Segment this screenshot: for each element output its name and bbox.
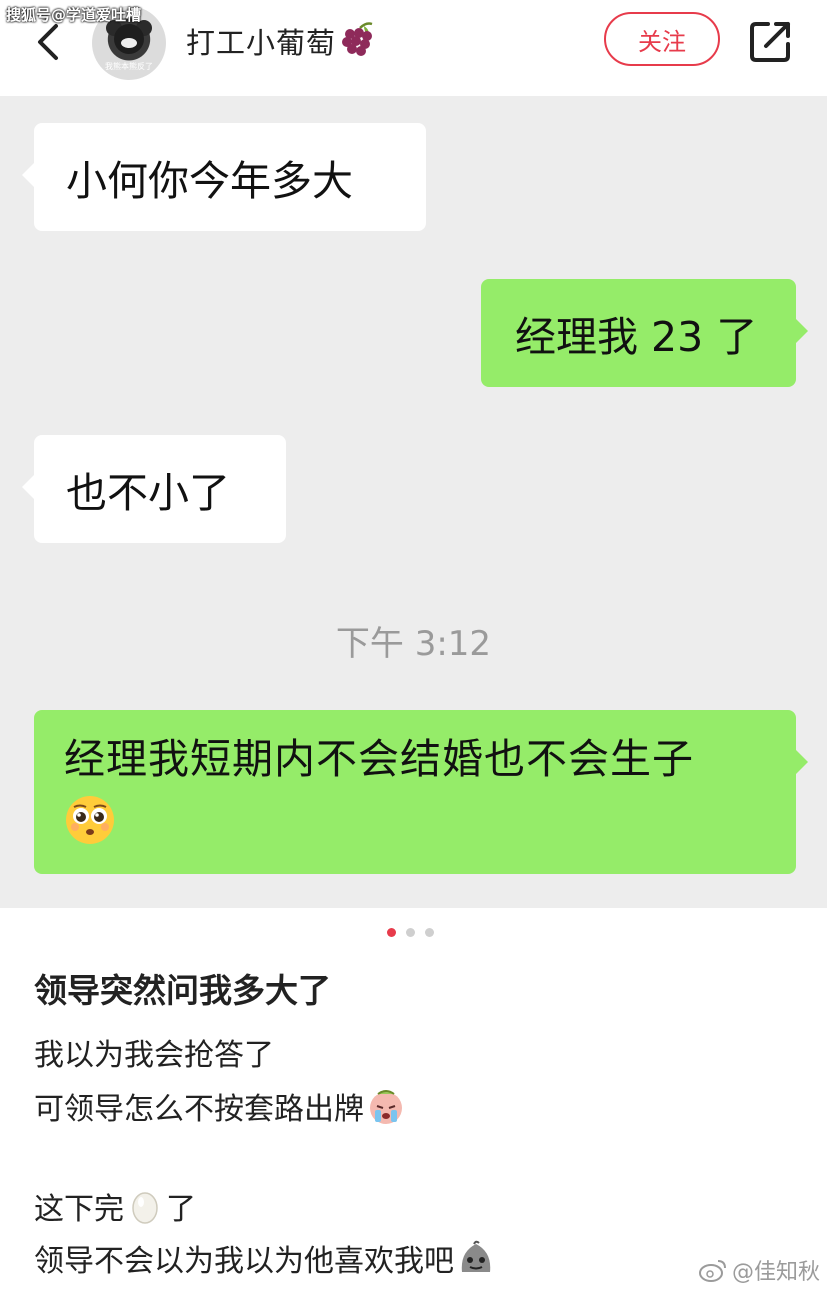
message-text: 也不小了 [66,469,230,517]
post-text: 可领导怎么不按套路出牌 [34,1092,364,1127]
message-text: 经理我短期内不会结婚也不会生子 [64,735,694,783]
chat-screenshot[interactable]: 小何你今年多大 经理我 23 了 也不小了 下午 3:12 经理我短期内不会结婚… [0,96,827,908]
chat-bubble-received: 也不小了 [22,435,286,543]
watermark-text: @佳知秋 [732,1260,821,1285]
username[interactable]: 打工小葡萄 [186,20,336,62]
follow-button[interactable]: 关注 [604,12,720,66]
mischief-face-icon [461,1240,491,1272]
chat-bubble-sent: 经理我 23 了 [481,279,808,387]
post-body-line: 我以为我会抢答了 [34,1030,274,1074]
avatar-bear-muzzle [121,38,137,48]
post-body-line: 这下完 了 [34,1184,196,1228]
pleading-face-icon [66,796,114,844]
post-body-line: 领导不会以为我以为他喜欢我吧 [34,1236,496,1280]
crying-face-icon [370,1090,402,1124]
grape-icon [342,22,373,56]
pager-dot[interactable] [425,928,434,937]
post-text: 领导不会以为我以为他喜欢我吧 [34,1244,454,1279]
post-text: 我以为我会抢答了 [34,1038,274,1073]
post-title: 领导突然问我多大了 [34,971,331,1010]
post-text: 这下完 [34,1192,124,1227]
watermark-top: 搜狐号@学道爱吐槽 [6,6,142,24]
egg-icon [132,1192,158,1224]
image-pager[interactable] [387,928,434,937]
avatar-caption: 我熊本熊反了 [105,62,153,71]
post-body-line: 可领导怎么不按套路出牌 [34,1084,406,1128]
weibo-icon [699,1260,726,1282]
back-icon[interactable] [30,20,70,64]
pager-dot[interactable] [406,928,415,937]
chat-timestamp: 下午 3:12 [335,624,492,664]
post-text: 了 [166,1192,196,1227]
message-text: 小何你今年多大 [66,157,353,205]
share-icon[interactable] [748,18,794,64]
chat-bubble-sent: 经理我短期内不会结婚也不会生子 [34,710,808,874]
watermark-bottom: @佳知秋 [698,1254,820,1286]
message-text: 经理我 23 了 [515,313,758,361]
pager-dot[interactable] [387,928,396,937]
chat-bubble-received: 小何你今年多大 [22,123,426,231]
